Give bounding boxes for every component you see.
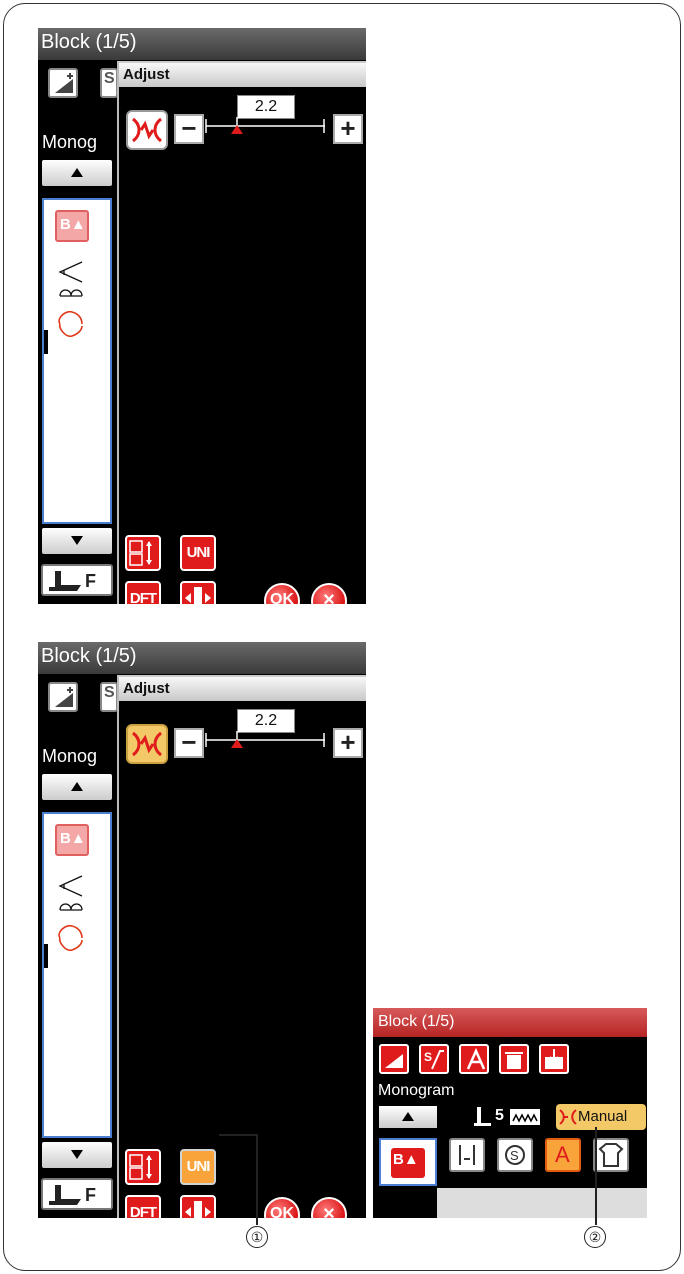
scroll-up-button[interactable] bbox=[42, 774, 112, 800]
pattern-letters bbox=[58, 875, 83, 952]
adjust-header: Adjust bbox=[119, 63, 366, 87]
presser-foot-button[interactable]: F bbox=[41, 1178, 113, 1210]
adjust-title: Adjust bbox=[123, 680, 170, 697]
save-icon[interactable] bbox=[539, 1044, 569, 1074]
increase-button[interactable]: + bbox=[333, 728, 363, 758]
triangle-up-icon bbox=[402, 1112, 414, 1121]
spacing-button[interactable] bbox=[180, 581, 216, 604]
monogram-label: Monogram bbox=[378, 1082, 455, 1099]
block-icon[interactable]: B▲ bbox=[379, 1138, 437, 1186]
value-slider[interactable] bbox=[205, 117, 325, 137]
title-bar: Block (1/5) bbox=[38, 28, 366, 60]
decrease-button[interactable]: − bbox=[174, 728, 204, 758]
manual-label: Manual bbox=[578, 1108, 628, 1125]
cursor-marker bbox=[44, 944, 48, 968]
edit-icon[interactable] bbox=[48, 68, 78, 98]
callout-1: ① bbox=[246, 1226, 268, 1248]
decrease-button[interactable]: − bbox=[174, 114, 204, 144]
uni-button[interactable]: UNI bbox=[180, 535, 216, 571]
screen-title: Block (1/5) bbox=[378, 1013, 455, 1030]
increase-button[interactable]: + bbox=[333, 114, 363, 144]
triangle-up-icon bbox=[71, 782, 83, 791]
feed-dog-icon bbox=[510, 1109, 540, 1125]
presser-foot-icon bbox=[49, 571, 81, 591]
zigzag-width-icon bbox=[559, 1109, 577, 1125]
pattern-list[interactable]: B▲ bbox=[42, 812, 112, 1138]
value-display: 2.2 bbox=[237, 95, 295, 119]
width-icon[interactable] bbox=[449, 1138, 485, 1172]
stitch-type-button[interactable] bbox=[126, 724, 168, 764]
screen-title: Block (1/5) bbox=[41, 645, 137, 667]
adjust-mode-indicator: Manual bbox=[556, 1104, 646, 1130]
mirror-vertical-icon bbox=[129, 540, 152, 566]
letter-a-button[interactable]: A bbox=[545, 1138, 581, 1172]
title-bar: Block (1/5) bbox=[38, 642, 366, 674]
zigzag-width-icon bbox=[132, 117, 162, 143]
triangle-down-icon bbox=[71, 536, 83, 545]
delete-icon[interactable] bbox=[499, 1044, 529, 1074]
selected-letter: A bbox=[555, 1142, 570, 1167]
side-s-icon[interactable]: S bbox=[100, 682, 118, 712]
foot-label: F bbox=[85, 571, 96, 591]
horizontal-adjust-icon bbox=[185, 587, 211, 604]
horizontal-adjust-icon bbox=[185, 1201, 211, 1218]
shirt-icon[interactable] bbox=[593, 1138, 629, 1172]
svg-text:S: S bbox=[510, 1148, 519, 1163]
block-icon[interactable]: B▲ bbox=[55, 210, 89, 242]
foot-number: 5 bbox=[495, 1107, 504, 1124]
adjust-panel: Adjust − 2.2 + UNI DFT OK × bbox=[117, 61, 366, 604]
triangle-down-icon bbox=[71, 1150, 83, 1159]
edit-icon[interactable] bbox=[379, 1044, 409, 1074]
side-s-icon[interactable]: S bbox=[100, 68, 118, 98]
screen-top: Block (1/5) S Monog B▲ F Adjust − 2.2 + … bbox=[38, 28, 366, 604]
ok-button[interactable]: OK bbox=[264, 1197, 300, 1218]
screen-bottom: Block (1/5) S Monog B▲ F Adjust − 2.2 + … bbox=[38, 642, 366, 1218]
adjust-header: Adjust bbox=[119, 677, 366, 701]
monogram-label: Monog bbox=[42, 746, 98, 766]
block-icon[interactable]: B▲ bbox=[55, 824, 89, 856]
dft-button[interactable]: DFT bbox=[125, 581, 161, 604]
foot-label: F bbox=[85, 1185, 96, 1205]
scroll-up-button[interactable] bbox=[42, 160, 112, 186]
spacing-button[interactable] bbox=[180, 1195, 216, 1218]
presser-foot-button[interactable]: F bbox=[41, 564, 113, 596]
callout-1-leader bbox=[219, 1134, 257, 1136]
callout-1-leader-v bbox=[256, 1134, 258, 1225]
mirror-button[interactable] bbox=[125, 535, 161, 571]
dft-button[interactable]: DFT bbox=[125, 1195, 161, 1218]
pattern-letters bbox=[58, 261, 83, 338]
cancel-button[interactable]: × bbox=[311, 583, 347, 604]
font-icon[interactable] bbox=[459, 1044, 489, 1074]
screen-small: Block (1/5) S Monogram 5 Manual B▲ S A bbox=[373, 1008, 647, 1218]
ok-button[interactable]: OK bbox=[264, 583, 300, 604]
cursor-marker bbox=[44, 330, 48, 354]
presser-foot-icon bbox=[474, 1107, 491, 1126]
svg-text:S: S bbox=[424, 1050, 432, 1064]
adjust-title: Adjust bbox=[123, 66, 170, 83]
stitch-type-button[interactable] bbox=[126, 110, 168, 150]
mirror-vertical-icon bbox=[129, 1154, 152, 1180]
callout-2-leader bbox=[595, 1127, 597, 1225]
side-s-icon[interactable]: S bbox=[419, 1044, 449, 1074]
title-bar: Block (1/5) bbox=[373, 1008, 647, 1037]
presser-foot-icon bbox=[49, 1185, 81, 1205]
screen-title: Block (1/5) bbox=[41, 31, 137, 53]
monogram-label: Monog bbox=[42, 132, 98, 152]
scroll-up-button[interactable] bbox=[379, 1106, 437, 1128]
triangle-up-icon bbox=[71, 168, 83, 177]
value-slider[interactable] bbox=[205, 731, 325, 751]
cancel-button[interactable]: × bbox=[311, 1197, 347, 1218]
scroll-down-button[interactable] bbox=[42, 1142, 112, 1168]
pattern-icon[interactable]: S bbox=[497, 1138, 533, 1172]
uni-button[interactable]: UNI bbox=[180, 1149, 216, 1185]
zigzag-width-icon bbox=[132, 731, 162, 757]
pattern-list[interactable]: B▲ bbox=[42, 198, 112, 524]
mirror-button[interactable] bbox=[125, 1149, 161, 1185]
callout-2: ② bbox=[584, 1226, 606, 1248]
letter-row bbox=[437, 1188, 647, 1218]
value-display: 2.2 bbox=[237, 709, 295, 733]
adjust-panel: Adjust − 2.2 + UNI DFT OK × bbox=[117, 675, 366, 1218]
edit-icon[interactable] bbox=[48, 682, 78, 712]
scroll-down-button[interactable] bbox=[42, 528, 112, 554]
